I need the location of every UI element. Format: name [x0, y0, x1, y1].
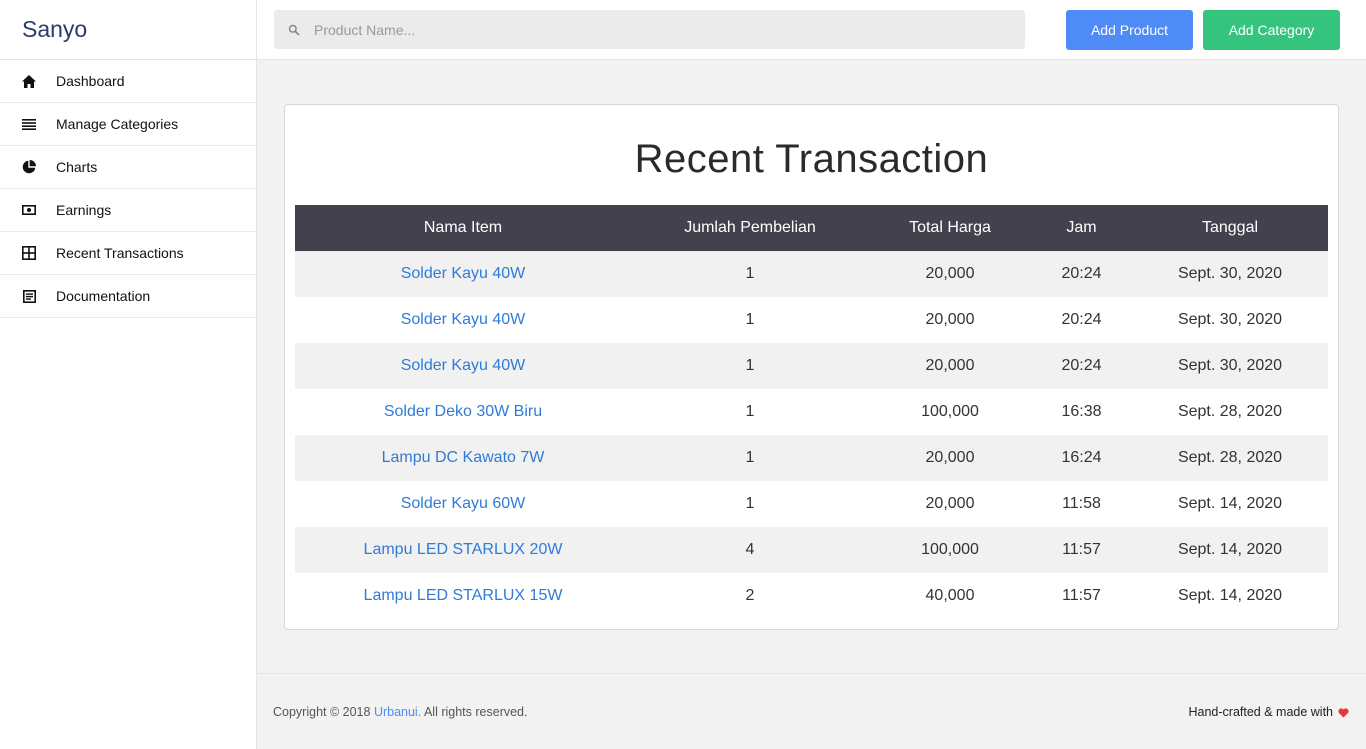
table-row: Lampu LED STARLUX 15W 2 40,000 11:57 Sep… [295, 573, 1328, 619]
column-header-jam: Jam [1066, 219, 1097, 236]
home-icon [21, 73, 37, 89]
crafted-label: Hand-crafted & made with [1188, 705, 1333, 719]
total-price-cell: 20,000 [925, 311, 975, 328]
item-name-cell: Lampu DC Kawato 7W [295, 435, 631, 481]
time-cell: 16:38 [1061, 403, 1102, 420]
date-cell: Sept. 14, 2020 [1177, 495, 1283, 512]
time-cell: 20:24 [1061, 357, 1102, 374]
date-cell: Sept. 28, 2020 [1177, 449, 1283, 466]
table-header-row: Nama Item Jumlah Pembelian Total Harga J… [295, 205, 1328, 251]
item-name-cell: Solder Kayu 40W [295, 297, 631, 343]
table-row: Solder Kayu 40W 1 20,000 20:24 Sept. 30,… [295, 251, 1328, 297]
date-cell: Sept. 30, 2020 [1177, 265, 1283, 282]
transactions-table: Nama Item Jumlah Pembelian Total Harga J… [295, 205, 1328, 619]
add-category-button[interactable]: Add Category [1203, 10, 1340, 50]
urbanui-link[interactable]: Urbanui. [374, 705, 421, 719]
item-link[interactable]: Lampu LED STARLUX 20W [364, 541, 563, 558]
time-cell: 20:24 [1061, 311, 1102, 328]
item-name-cell: Solder Kayu 40W [295, 251, 631, 297]
sidebar-item-manage-categories[interactable]: Manage Categories [0, 103, 256, 146]
copyright-text: Copyright © 2018 Urbanui. All rights res… [273, 705, 527, 719]
time-cell: 11:57 [1062, 587, 1101, 604]
total-price-cell: 20,000 [925, 449, 975, 466]
item-link[interactable]: Solder Kayu 40W [401, 357, 526, 374]
sidebar-item-label: Manage Categories [56, 116, 179, 132]
date-cell: Sept. 30, 2020 [1177, 357, 1283, 374]
item-link[interactable]: Lampu LED STARLUX 15W [364, 587, 563, 604]
footer: Copyright © 2018 Urbanui. All rights res… [257, 673, 1366, 749]
quantity-cell: 1 [745, 449, 755, 466]
column-header-total-harga: Total Harga [909, 219, 991, 236]
table-row: Solder Deko 30W Biru 1 100,000 16:38 Sep… [295, 389, 1328, 435]
top-bar: Add Product Add Category [257, 0, 1366, 60]
date-cell: Sept. 14, 2020 [1177, 541, 1283, 558]
item-link[interactable]: Lampu DC Kawato 7W [382, 449, 545, 466]
time-cell: 20:24 [1061, 265, 1102, 282]
crafted-text: Hand-crafted & made with [1188, 705, 1349, 719]
table-row: Solder Kayu 40W 1 20,000 20:24 Sept. 30,… [295, 343, 1328, 389]
time-cell: 16:24 [1061, 449, 1102, 466]
sidebar-item-earnings[interactable]: Earnings [0, 189, 256, 232]
total-price-cell: 100,000 [921, 403, 979, 420]
time-cell: 11:58 [1062, 495, 1101, 512]
grid-icon [21, 245, 37, 261]
sidebar-item-documentation[interactable]: Documentation [0, 275, 256, 318]
item-link[interactable]: Solder Kayu 40W [401, 311, 526, 328]
search-box[interactable] [274, 10, 1025, 49]
item-name-cell: Lampu LED STARLUX 20W [295, 527, 631, 573]
table-row: Solder Kayu 40W 1 20,000 20:24 Sept. 30,… [295, 297, 1328, 343]
recent-transaction-card: Recent Transaction Nama Item Jumlah Pemb… [284, 104, 1339, 630]
item-link[interactable]: Solder Kayu 40W [401, 265, 526, 282]
time-cell: 11:57 [1062, 541, 1101, 558]
item-link[interactable]: Solder Kayu 60W [401, 495, 526, 512]
sidebar-item-recent-transactions[interactable]: Recent Transactions [0, 232, 256, 275]
table-row: Lampu LED STARLUX 20W 4 100,000 11:57 Se… [295, 527, 1328, 573]
quantity-cell: 1 [745, 265, 755, 282]
quantity-cell: 1 [745, 311, 755, 328]
document-icon [21, 288, 37, 304]
total-price-cell: 40,000 [925, 587, 975, 604]
quantity-cell: 1 [745, 495, 755, 512]
item-name-cell: Solder Kayu 60W [295, 481, 631, 527]
page-title: Recent Transaction [634, 137, 989, 181]
date-cell: Sept. 30, 2020 [1177, 311, 1283, 328]
table-row: Lampu DC Kawato 7W 1 20,000 16:24 Sept. … [295, 435, 1328, 481]
sidebar-item-label: Earnings [56, 202, 112, 218]
column-header-nama-item: Nama Item [423, 219, 503, 236]
money-icon [21, 202, 37, 218]
brand-logo[interactable]: Sanyo [0, 0, 256, 60]
item-name-cell: Solder Kayu 40W [295, 343, 631, 389]
search-input[interactable] [314, 10, 1014, 49]
pie-chart-icon [21, 159, 37, 175]
item-link[interactable]: Solder Deko 30W Biru [384, 403, 542, 420]
total-price-cell: 20,000 [925, 357, 975, 374]
sidebar-item-charts[interactable]: Charts [0, 146, 256, 189]
quantity-cell: 1 [745, 403, 755, 420]
copyright-suffix: All rights reserved. [421, 705, 528, 719]
column-header-tanggal: Tanggal [1201, 219, 1259, 236]
heart-icon [1338, 707, 1349, 718]
item-name-cell: Lampu LED STARLUX 15W [295, 573, 631, 619]
list-icon [21, 116, 37, 132]
total-price-cell: 20,000 [925, 265, 975, 282]
total-price-cell: 20,000 [925, 495, 975, 512]
quantity-cell: 4 [745, 541, 755, 558]
copyright-prefix: Copyright © 2018 [273, 705, 374, 719]
sidebar-item-label: Charts [56, 159, 98, 175]
sidebar-item-dashboard[interactable]: Dashboard [0, 60, 256, 103]
add-product-button[interactable]: Add Product [1066, 10, 1193, 50]
quantity-cell: 1 [745, 357, 755, 374]
item-name-cell: Solder Deko 30W Biru [295, 389, 631, 435]
date-cell: Sept. 28, 2020 [1177, 403, 1283, 420]
sidebar-item-label: Recent Transactions [56, 245, 184, 261]
quantity-cell: 2 [745, 587, 755, 604]
table-row: Solder Kayu 60W 1 20,000 11:58 Sept. 14,… [295, 481, 1328, 527]
search-icon [288, 23, 300, 36]
sidebar-item-label: Documentation [56, 288, 151, 304]
total-price-cell: 100,000 [921, 541, 979, 558]
column-header-jumlah-pembelian: Jumlah Pembelian [684, 219, 816, 236]
sidebar: Sanyo Dashboard Manage Categories Charts… [0, 0, 257, 749]
date-cell: Sept. 14, 2020 [1177, 587, 1283, 604]
sidebar-item-label: Dashboard [56, 73, 125, 89]
